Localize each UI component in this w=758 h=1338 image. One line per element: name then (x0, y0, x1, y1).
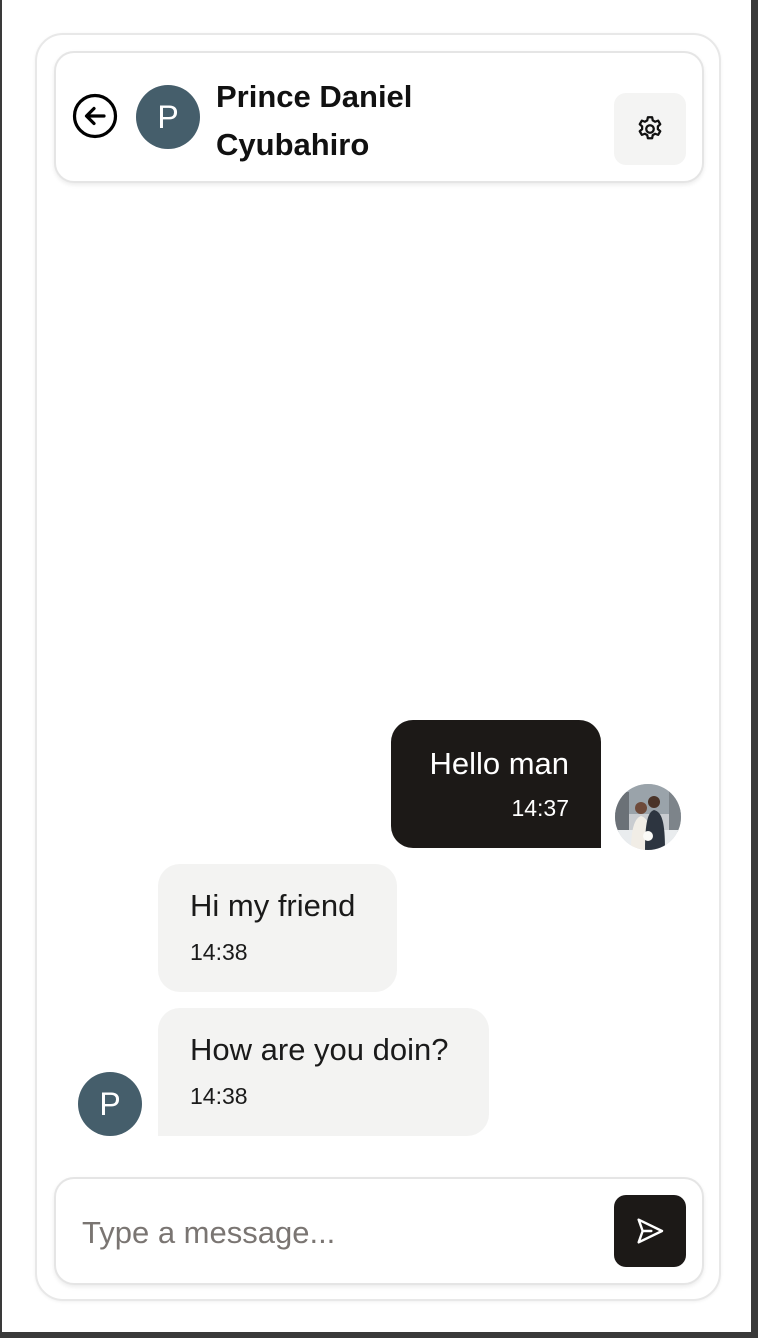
send-button[interactable] (614, 1195, 686, 1267)
chat-header: P Prince Daniel Cyubahiro (54, 51, 704, 183)
contact-avatar: P (136, 85, 200, 149)
contact-name: Prince Daniel Cyubahiro (216, 79, 413, 162)
sender-avatar: P (78, 1072, 142, 1136)
message-list: Hello man 14:37 Hi my friend 14:38 How a… (37, 35, 719, 1299)
message-bubble-outgoing: Hello man 14:37 (391, 720, 601, 848)
message-text: Hello man (429, 746, 569, 781)
user-avatar-photo (615, 784, 681, 850)
gear-icon (638, 116, 662, 140)
message-input[interactable] (82, 1205, 602, 1261)
arrow-left-circle-icon (72, 93, 118, 139)
message-time: 14:37 (511, 795, 569, 821)
message-bubble-incoming: Hi my friend 14:38 (158, 864, 397, 992)
viewport: P Prince Daniel Cyubahiro Hello man 14:3… (2, 0, 751, 1332)
send-icon (637, 1218, 664, 1244)
message-text: Hi my friend (190, 888, 356, 923)
message-composer (54, 1177, 704, 1285)
chat-window: P Prince Daniel Cyubahiro Hello man 14:3… (35, 33, 721, 1301)
message-bubble-incoming: How are you doin? 14:38 (158, 1008, 489, 1136)
couple-photo-icon (615, 784, 681, 850)
message-time: 14:38 (190, 1083, 248, 1109)
back-button[interactable] (72, 93, 118, 139)
message-time: 14:38 (190, 939, 248, 965)
settings-button[interactable] (614, 93, 686, 165)
message-text: How are you doin? (190, 1032, 449, 1067)
